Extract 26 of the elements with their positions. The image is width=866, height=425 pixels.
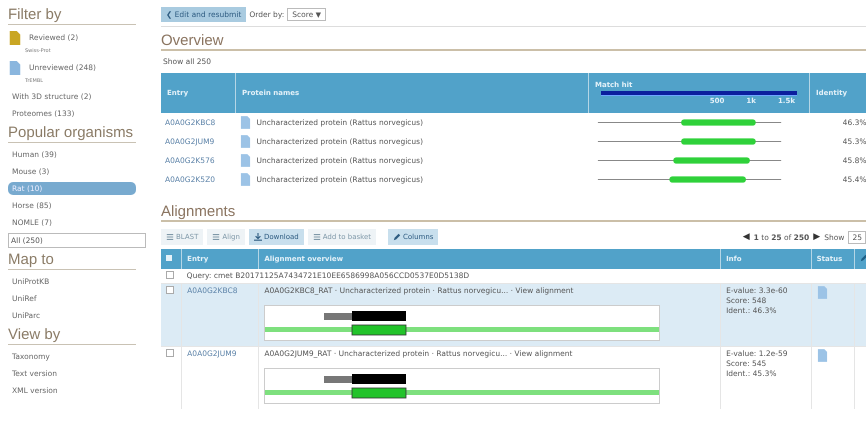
pencil-icon[interactable] [860, 254, 866, 262]
select-all-checkbox[interactable] [166, 255, 172, 261]
list-icon [312, 233, 321, 241]
next-page-icon[interactable]: ▶ [813, 232, 820, 242]
checkbox[interactable] [166, 271, 174, 279]
document-icon [240, 135, 250, 148]
pencil-icon [393, 233, 401, 241]
section-heading: Filter by [8, 6, 136, 25]
document-icon [8, 60, 22, 76]
document-icon [240, 116, 250, 129]
document-icon [816, 349, 828, 362]
document-icon [240, 154, 250, 167]
section-title: Overview [161, 32, 866, 51]
section-heading: Popular organisms [8, 124, 136, 143]
section-title: Alignments [161, 203, 866, 222]
list-icon [212, 233, 220, 241]
checkbox[interactable] [166, 349, 174, 357]
document-icon [816, 286, 828, 299]
section-heading: Map to [8, 251, 136, 270]
download-icon [254, 233, 262, 241]
checkbox[interactable] [166, 286, 174, 294]
reviewed-document-icon [8, 30, 22, 46]
previous-page-icon[interactable]: ◀ [742, 232, 750, 242]
section-heading: View by [8, 326, 136, 345]
list-icon [166, 233, 174, 241]
document-icon [240, 173, 250, 186]
